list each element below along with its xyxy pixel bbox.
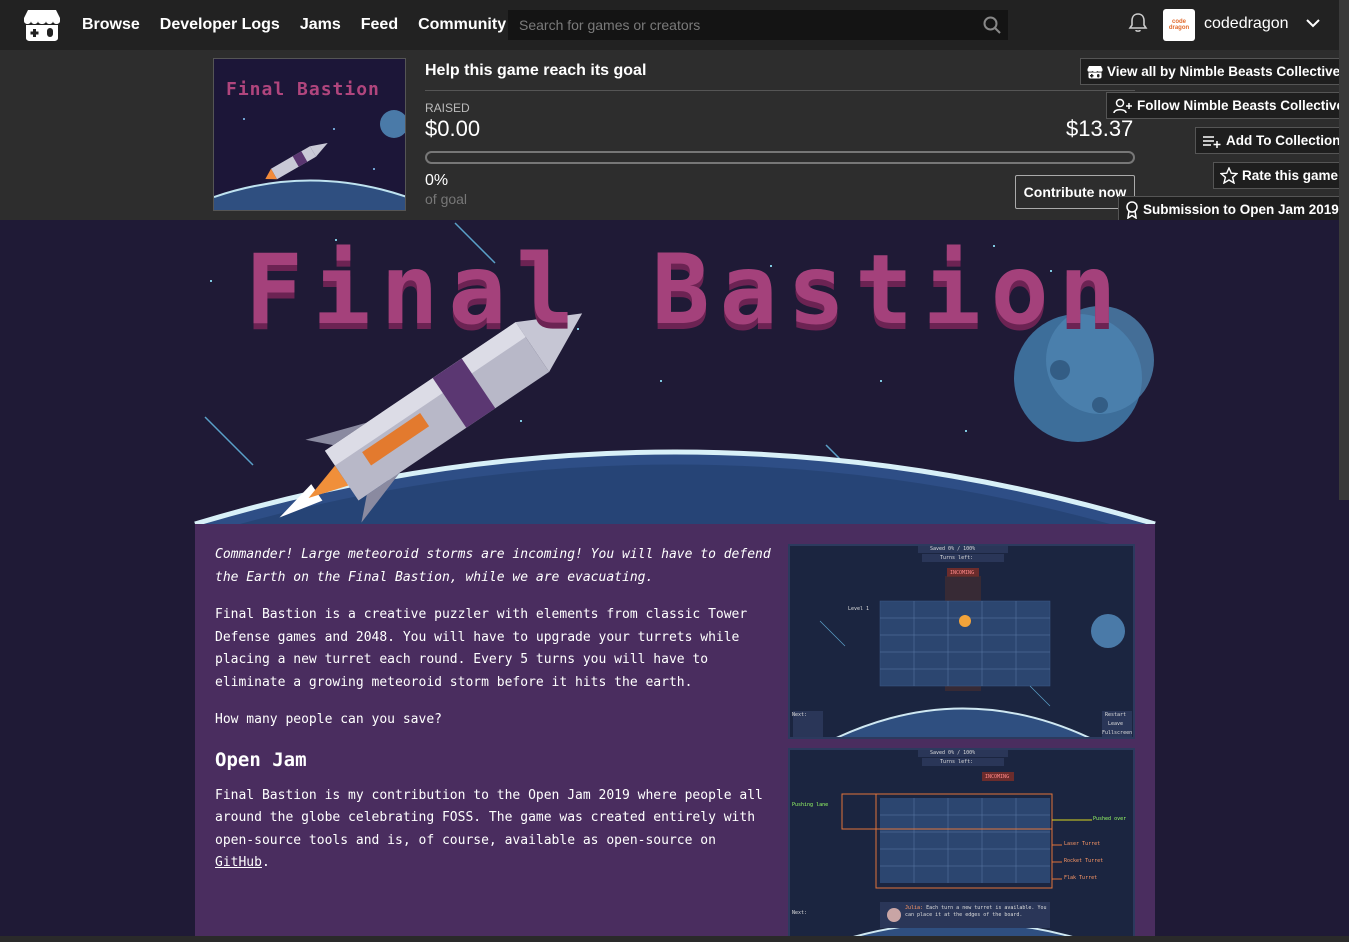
screenshot-1-saved: Saved 0% / 100% <box>930 546 976 552</box>
jam-paragraph-text: Final Bastion is my contribution to the … <box>215 787 763 848</box>
description-paragraph: Final Bastion is a creative puzzler with… <box>215 607 748 690</box>
rate-game-label: Rate this game <box>1242 168 1339 183</box>
add-collection-icon <box>1203 135 1221 148</box>
screenshot-1-restart: Restart <box>1105 712 1127 718</box>
game-banner: Final Bastion <box>0 220 1349 524</box>
screenshot-2-saved: Saved 0% / 100% <box>930 750 976 756</box>
divider <box>425 90 1135 91</box>
screenshot-2-pushed-over: Pushed over <box>1093 816 1127 822</box>
add-to-collection-button[interactable]: Add To Collection <box>1195 127 1347 154</box>
itch-logo-icon <box>1087 65 1103 78</box>
avatar[interactable]: code dragon <box>1163 9 1195 41</box>
goal-heading: Help this game reach its goal <box>425 62 647 79</box>
section-heading: Open Jam <box>215 748 307 771</box>
goal-progress-bar <box>425 151 1135 164</box>
jam-submission-label: Submission to Open Jam 2019 <box>1143 202 1339 217</box>
bell-icon[interactable] <box>1127 11 1151 35</box>
nav-links: Browse Developer Logs Jams Feed Communit… <box>82 16 526 34</box>
follow-user-icon <box>1113 98 1132 113</box>
screenshot-2-laser: Laser Turret <box>1064 841 1101 847</box>
chevron-down-icon[interactable] <box>1304 14 1322 32</box>
nav-community[interactable]: Community <box>418 16 506 34</box>
screenshot-1-incoming: INCOMING <box>950 570 975 576</box>
nav-developer-logs[interactable]: Developer Logs <box>160 16 280 34</box>
view-all-button[interactable]: View all by Nimble Beasts Collective <box>1080 58 1347 85</box>
bottom-bar <box>0 936 1349 942</box>
follow-button[interactable]: Follow Nimble Beasts Collective <box>1106 92 1349 119</box>
username[interactable]: codedragon <box>1204 15 1289 33</box>
screenshot-2-tip-text: Each turn a new turret is available. You… <box>905 905 1047 918</box>
goal-percent: 0% <box>425 172 449 189</box>
screenshot-2-flak: Flak Turret <box>1064 875 1098 881</box>
goal-amount: $13.37 <box>1066 116 1134 141</box>
screenshot-2-turns: Turns left: <box>940 759 974 765</box>
donation-bar: Final Bastion Help this game reach its g… <box>0 50 1349 223</box>
scrollbar[interactable] <box>1339 0 1349 500</box>
itch-logo-icon[interactable] <box>22 7 62 43</box>
screenshot-1-fullscreen: Fullscreen <box>1102 730 1133 736</box>
screenshot-1-level: Level 1 <box>848 606 870 612</box>
award-icon <box>1126 200 1138 219</box>
screenshot-2-next: Next: <box>792 910 808 916</box>
nav-jams[interactable]: Jams <box>300 16 341 34</box>
jam-paragraph-end: . <box>261 855 270 870</box>
screenshot-2-tip: Julia: Each turn a new turret is availab… <box>905 905 1050 919</box>
screenshot-2-pushing-lane: Pushing lane <box>792 802 829 808</box>
add-to-collection-label: Add To Collection <box>1226 133 1341 148</box>
nav-browse[interactable]: Browse <box>82 16 140 34</box>
star-icon <box>1220 167 1238 184</box>
of-goal-label: of goal <box>425 191 468 207</box>
intro-paragraph: Commander! Large meteoroid storms are in… <box>215 547 771 585</box>
screenshot-2-rocket: Rocket Turret <box>1064 858 1104 864</box>
game-description-panel: Commander! Large meteoroid storms are in… <box>195 524 1155 942</box>
search-input[interactable] <box>509 17 977 33</box>
top-nav: Browse Developer Logs Jams Feed Communit… <box>0 0 1349 50</box>
screenshot-2-incoming: INCOMING <box>985 774 1010 780</box>
github-link[interactable]: GitHub <box>215 855 262 870</box>
raised-amount: $0.00 <box>425 116 481 141</box>
view-all-label: View all by Nimble Beasts Collective <box>1107 64 1341 79</box>
description-question: How many people can you save? <box>215 712 442 727</box>
banner-title: Final Bastion <box>245 234 1127 346</box>
game-description: Commander! Large meteoroid storms are in… <box>215 544 775 890</box>
follow-label: Follow Nimble Beasts Collective <box>1137 98 1345 113</box>
raised-label: RAISED <box>425 101 470 115</box>
rate-game-button[interactable]: Rate this game <box>1213 162 1345 189</box>
nav-feed[interactable]: Feed <box>361 16 398 34</box>
thumbnail-title: Final Bastion <box>226 79 380 100</box>
search-box <box>508 10 1008 40</box>
game-thumbnail[interactable]: Final Bastion <box>213 58 406 211</box>
screenshot-1-next: Next: <box>792 712 808 718</box>
screenshot-2[interactable]: Saved 0% / 100% Turns left: INCOMING Pus… <box>788 748 1135 942</box>
contribute-button[interactable]: Contribute now <box>1015 175 1135 209</box>
jam-paragraph: Final Bastion is my contribution to the … <box>215 785 775 875</box>
screenshot-1-leave: Leave <box>1108 721 1124 727</box>
search-icon[interactable] <box>977 10 1007 40</box>
screenshot-1[interactable]: Saved 0% / 100% Turns left: INCOMING Lev… <box>788 544 1135 739</box>
screenshot-2-tip-name: Julia: <box>905 905 924 911</box>
jam-submission-button[interactable]: Submission to Open Jam 2019 <box>1118 196 1345 223</box>
screenshot-1-turns: Turns left: <box>940 555 974 561</box>
